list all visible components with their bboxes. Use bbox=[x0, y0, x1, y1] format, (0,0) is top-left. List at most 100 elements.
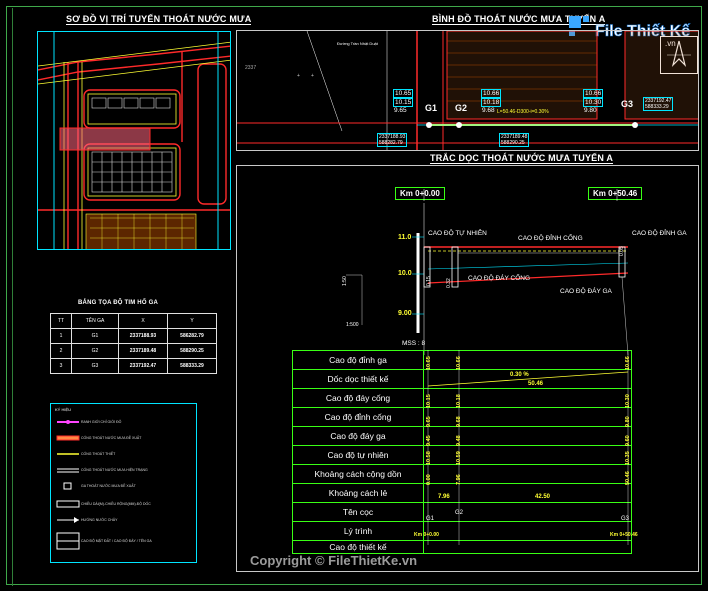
val-pipe-bottom-g1: 10.15 bbox=[426, 394, 432, 408]
location-map-panel bbox=[37, 31, 231, 250]
pipe-label: L=50.46-D300-i=0.30% bbox=[497, 109, 549, 115]
cell: 2337192.47 bbox=[118, 358, 168, 374]
row-label: Dốc dọc thiết kế bbox=[292, 369, 424, 389]
th-ten-ga: TÊN GA bbox=[71, 313, 119, 329]
annot-pipe-top: CAO ĐỘ ĐỈNH CỐNG bbox=[518, 235, 583, 242]
annot-ga-top: CAO ĐỘ ĐỈNH GA bbox=[632, 230, 687, 237]
svg-text:+: + bbox=[297, 73, 300, 79]
val-cumulative-g1: 0.00 bbox=[426, 474, 432, 485]
cell: 2337189.48 bbox=[118, 343, 168, 359]
val-ga-top-g1: 10.65 bbox=[426, 356, 432, 370]
row-label: Cao độ tự nhiên bbox=[292, 445, 424, 465]
legend-item: RANH GIỚI CHỈ GIỚI ĐỎ bbox=[56, 418, 194, 428]
val-cumulative-g2: 7.96 bbox=[456, 474, 462, 485]
val-ga-top-g3: 10.66 bbox=[625, 356, 631, 370]
th-y: Y bbox=[167, 313, 217, 329]
row-label: Cao độ đáy cống bbox=[292, 388, 424, 408]
val-ga-top-g2: 10.66 bbox=[456, 356, 462, 370]
annot-ga-bottom: CAO ĐỘ ĐÁY GA bbox=[560, 288, 612, 295]
legend-item: GA THOÁT NƯỚC MƯA ĐỀ XUẤT bbox=[56, 482, 194, 492]
stake-g2: G2 bbox=[455, 510, 464, 516]
cell: 2337188.93 bbox=[118, 328, 168, 344]
coord-table-title: BẢNG TỌA ĐỘ TIM HỐ GA bbox=[78, 300, 158, 306]
val-pipe-bottom-g3: 10.30 bbox=[625, 394, 631, 408]
grid-label: 2337 bbox=[245, 65, 257, 71]
coord-table: TT TÊN GA X Y 1 G1 2337188.93 586282.79 … bbox=[50, 313, 217, 374]
pipe-tag-1: 0.15 bbox=[426, 276, 432, 286]
val-cumulative-g3: 50.46 bbox=[625, 471, 631, 485]
row-label: Cao độ đỉnh ga bbox=[292, 350, 424, 370]
profile-drawing bbox=[346, 189, 629, 355]
legend-item: CAO ĐỘ MẶT ĐẤT / CAO ĐỘ ĐÁY / TÊN GA bbox=[56, 532, 194, 554]
axis-level-11: 11.0 bbox=[398, 234, 412, 241]
cell: 1 bbox=[50, 328, 72, 344]
table-row: 2 G2 2337189.48 588290.25 bbox=[50, 343, 217, 359]
copyright-watermark: Copyright © FileThietKe.vn bbox=[250, 553, 418, 568]
chainage-start: Km 0+0.00 bbox=[414, 532, 439, 538]
profile-title: TRẮC DỌC THOÁT NƯỚC MƯA TUYẾN A bbox=[430, 153, 614, 164]
row-label: Cao độ đáy ga bbox=[292, 426, 424, 446]
scale-vertical: 1:50 bbox=[342, 276, 348, 286]
row-label: Khoảng cách cộng dồn bbox=[292, 464, 424, 484]
row-label: Khoảng cách lẻ bbox=[292, 483, 424, 503]
legend-item: CỐNG THOÁT NƯỚC MƯA HIỆN TRẠNG bbox=[57, 467, 148, 473]
g3-coord: 2337192.47 588333.29 bbox=[643, 97, 674, 111]
pipe-tag-3: 0.05 bbox=[619, 246, 625, 256]
axis-level-10: 10.0 bbox=[398, 270, 412, 277]
val-natural-g2: 10.59 bbox=[456, 451, 462, 465]
val-pipe-top-g2: 9.68 bbox=[456, 416, 462, 427]
val-pipe-bottom-g2: 10.18 bbox=[456, 394, 462, 408]
g2-coord: 2337189.48 588290.25 bbox=[499, 133, 530, 147]
val-pipe-top-g1: 9.65 bbox=[426, 416, 432, 427]
val-natural-g1: 10.58 bbox=[426, 451, 432, 465]
cell: G3 bbox=[71, 358, 119, 374]
val-slope: 0.30 % bbox=[510, 372, 529, 378]
g3-label: G3 bbox=[621, 99, 634, 109]
svg-text:+: + bbox=[311, 73, 314, 79]
stake-g3: G3 bbox=[621, 516, 630, 522]
row-label: Tên cọc bbox=[292, 502, 424, 522]
cell: 2 bbox=[50, 343, 72, 359]
chainage-end: Km 0+50.46 bbox=[610, 532, 638, 538]
axis-level-9: 9.00 bbox=[398, 310, 412, 317]
val-slope-length: 50.46 bbox=[528, 381, 544, 387]
pipe-tag-2: 0.32 bbox=[446, 278, 452, 288]
cell: 588290.25 bbox=[167, 343, 217, 359]
g2-label: G2 bbox=[455, 103, 468, 113]
row-label: Cao độ thiết kế bbox=[292, 540, 424, 554]
legend-item: HƯỚNG NƯỚC CHẢY bbox=[56, 516, 194, 526]
val-ga-bottom-g1: 9.45 bbox=[426, 435, 432, 446]
g1-label: G1 bbox=[425, 103, 438, 113]
val-ga-bottom-g2: 9.48 bbox=[456, 435, 462, 446]
th-tt: TT bbox=[50, 313, 72, 329]
cell: 3 bbox=[50, 358, 72, 374]
stake-g1: G1 bbox=[426, 516, 435, 522]
scale-horizontal: 1:500 bbox=[346, 322, 359, 328]
annot-natural: CAO ĐỘ TỰ NHIÊN bbox=[428, 230, 487, 237]
street-label: Đường Trần Nhật Duật bbox=[337, 41, 378, 46]
val-pipe-top-g3: 9.80 bbox=[625, 416, 631, 427]
legend-item: CỐNG THOÁT NƯỚC MƯA ĐỀ XUẤT bbox=[56, 434, 194, 444]
th-x: X bbox=[118, 313, 168, 329]
coord-table-header: TT TÊN GA X Y bbox=[50, 313, 217, 329]
plan-panel: + + Đường Trần Nhật Duật 2337 10.65 10.15… bbox=[236, 30, 699, 151]
row-label: Cao độ đỉnh cống bbox=[292, 407, 424, 427]
cell: 586282.79 bbox=[167, 328, 217, 344]
val-segment-1: 7.96 bbox=[438, 494, 450, 500]
mss-label: MSS : 8 bbox=[402, 340, 426, 347]
table-row: 3 G3 2337192.47 588333.29 bbox=[50, 358, 217, 374]
legend-item: CHIỀU DÀI(M)-CHIỀU RỘNG(MM)-ĐỘ DỐC bbox=[56, 500, 194, 510]
val-natural-g3: 10.35 bbox=[625, 451, 631, 465]
row-label: Lý trình bbox=[292, 521, 424, 541]
legend-panel: KÝ HIỆU RANH GIỚI CHỈ GIỚI ĐỎ CỐNG THOÁT… bbox=[50, 403, 197, 563]
table-gridlines bbox=[427, 350, 629, 545]
cell: 588333.29 bbox=[167, 358, 217, 374]
g3-levels: 10.66 10.30 9.80 bbox=[583, 89, 604, 114]
location-map-title: SƠ ĐỒ VỊ TRÍ TUYẾN THOÁT NƯỚC MƯA bbox=[66, 14, 252, 25]
table-row: 1 G1 2337188.93 586282.79 bbox=[50, 328, 217, 344]
annot-pipe-bottom: CAO ĐỘ ĐÁY CỐNG bbox=[468, 275, 531, 282]
cell: G2 bbox=[71, 343, 119, 359]
cell: G1 bbox=[71, 328, 119, 344]
legend-title: KÝ HIỆU bbox=[55, 407, 72, 412]
g1-coord: 2337188.93 588282.79 bbox=[377, 133, 408, 147]
